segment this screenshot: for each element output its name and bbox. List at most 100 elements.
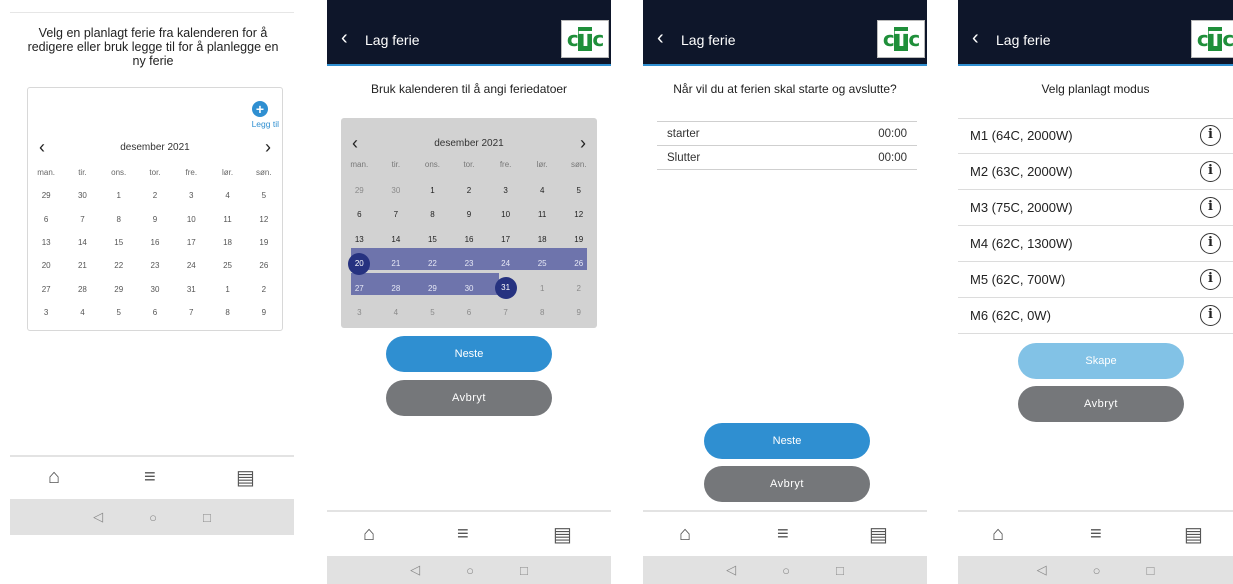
day-cell[interactable]: 7 xyxy=(378,210,415,219)
day-cell[interactable]: 22 xyxy=(414,259,451,268)
day-cell[interactable]: 9 xyxy=(451,210,488,219)
day-cell[interactable]: 9 xyxy=(137,215,173,224)
info-icon[interactable]: i xyxy=(1200,161,1221,182)
day-cell[interactable]: 3 xyxy=(173,191,209,200)
day-cell[interactable]: 28 xyxy=(378,284,415,293)
mode-row[interactable]: M1 (64C, 2000W) i xyxy=(958,118,1233,154)
day-cell[interactable]: 21 xyxy=(64,261,100,270)
day-cell[interactable]: 15 xyxy=(414,235,451,244)
day-cell[interactable]: 11 xyxy=(524,210,561,219)
add-vacation-label[interactable]: Legg til xyxy=(252,119,279,129)
day-cell[interactable]: 10 xyxy=(173,215,209,224)
day-cell[interactable]: 24 xyxy=(173,261,209,270)
day-cell[interactable]: 22 xyxy=(101,261,137,270)
menu-icon[interactable]: ≡ xyxy=(144,466,156,489)
day-cell[interactable]: 31 xyxy=(173,285,209,294)
day-cell[interactable]: 17 xyxy=(487,235,524,244)
day-cell[interactable]: 30 xyxy=(451,284,488,293)
android-recents-icon[interactable]: □ xyxy=(203,510,211,525)
info-icon[interactable]: i xyxy=(1200,125,1221,146)
day-cell[interactable]: 24 xyxy=(487,259,524,268)
day-cell[interactable]: 30 xyxy=(378,186,415,195)
day-cell[interactable]: 5 xyxy=(414,308,451,317)
day-cell[interactable]: 9 xyxy=(246,308,282,317)
day-cell[interactable]: 29 xyxy=(341,186,378,195)
day-cell[interactable]: 8 xyxy=(101,215,137,224)
day-cell[interactable]: 7 xyxy=(487,308,524,317)
day-cell[interactable]: 5 xyxy=(560,186,597,195)
cancel-button[interactable]: Avbryt xyxy=(386,380,552,416)
day-cell[interactable]: 2 xyxy=(560,284,597,293)
calendar-clock-icon[interactable]: ▤ xyxy=(553,522,572,547)
day-cell[interactable]: 1 xyxy=(101,191,137,200)
info-icon[interactable]: i xyxy=(1200,269,1221,290)
day-cell[interactable]: 13 xyxy=(341,235,378,244)
info-icon[interactable]: i xyxy=(1200,233,1221,254)
day-cell[interactable]: 4 xyxy=(209,191,245,200)
android-home-icon[interactable]: ○ xyxy=(149,510,157,525)
day-cell[interactable]: 27 xyxy=(341,284,378,293)
day-cell[interactable]: 29 xyxy=(28,191,64,200)
day-cell[interactable]: 8 xyxy=(209,308,245,317)
android-home-icon[interactable]: ○ xyxy=(466,563,474,578)
day-cell[interactable]: 2 xyxy=(137,191,173,200)
day-cell[interactable]: 5 xyxy=(246,191,282,200)
day-cell[interactable]: 20 xyxy=(28,261,64,270)
chevron-left-icon[interactable]: ‹ xyxy=(657,28,664,48)
info-icon[interactable]: i xyxy=(1200,197,1221,218)
next-button[interactable]: Neste xyxy=(704,423,870,459)
day-cell[interactable]: 25 xyxy=(524,259,561,268)
day-cell[interactable]: 14 xyxy=(64,238,100,247)
android-recents-icon[interactable]: □ xyxy=(1147,563,1155,578)
day-cell[interactable]: 18 xyxy=(209,238,245,247)
day-cell[interactable]: 30 xyxy=(137,285,173,294)
android-back-icon[interactable]: ◁ xyxy=(1037,562,1047,578)
day-cell[interactable]: 30 xyxy=(64,191,100,200)
cancel-button[interactable]: Avbryt xyxy=(1018,386,1184,422)
day-cell[interactable]: 23 xyxy=(451,259,488,268)
range-endpoint[interactable]: 31 xyxy=(494,277,517,300)
day-cell[interactable]: 8 xyxy=(524,308,561,317)
android-recents-icon[interactable]: □ xyxy=(520,563,528,578)
day-cell[interactable]: 25 xyxy=(209,261,245,270)
day-cell[interactable]: 16 xyxy=(137,238,173,247)
end-time-row[interactable]: Slutter 00:00 xyxy=(657,146,917,170)
home-icon[interactable]: ⌂ xyxy=(679,523,691,546)
android-back-icon[interactable]: ◁ xyxy=(410,562,420,578)
day-cell[interactable]: 1 xyxy=(414,186,451,195)
day-cell[interactable]: 29 xyxy=(101,285,137,294)
mode-row[interactable]: M4 (62C, 1300W) i xyxy=(958,226,1233,262)
end-value[interactable]: 00:00 xyxy=(878,152,907,164)
day-cell[interactable]: 11 xyxy=(209,215,245,224)
day-cell[interactable]: 3 xyxy=(487,186,524,195)
day-cell[interactable]: 4 xyxy=(378,308,415,317)
chevron-left-icon[interactable]: ‹ xyxy=(972,28,979,48)
day-cell[interactable]: 2 xyxy=(451,186,488,195)
calendar-clock-icon[interactable]: ▤ xyxy=(236,465,255,490)
next-button[interactable]: Neste xyxy=(386,336,552,372)
add-vacation-button[interactable]: + xyxy=(252,101,268,117)
day-cell[interactable]: 27 xyxy=(28,285,64,294)
home-icon[interactable]: ⌂ xyxy=(48,466,60,489)
next-month-icon[interactable]: › xyxy=(254,138,282,156)
day-cell[interactable]: 1 xyxy=(209,285,245,294)
day-cell[interactable]: 6 xyxy=(451,308,488,317)
mode-row[interactable]: M6 (62C, 0W) i xyxy=(958,298,1233,334)
android-recents-icon[interactable]: □ xyxy=(836,563,844,578)
day-cell[interactable]: 13 xyxy=(28,238,64,247)
day-cell[interactable]: 8 xyxy=(414,210,451,219)
mode-row[interactable]: M5 (62C, 700W) i xyxy=(958,262,1233,298)
menu-icon[interactable]: ≡ xyxy=(457,523,469,546)
menu-icon[interactable]: ≡ xyxy=(1090,523,1102,546)
day-cell[interactable]: 29 xyxy=(414,284,451,293)
day-cell[interactable]: 14 xyxy=(378,235,415,244)
create-button[interactable]: Skape xyxy=(1018,343,1184,379)
day-cell[interactable]: 6 xyxy=(137,308,173,317)
day-cell[interactable]: 2 xyxy=(246,285,282,294)
info-icon[interactable]: i xyxy=(1200,305,1221,326)
menu-icon[interactable]: ≡ xyxy=(777,523,789,546)
day-cell[interactable]: 4 xyxy=(64,308,100,317)
day-cell[interactable]: 16 xyxy=(451,235,488,244)
day-cell[interactable]: 3 xyxy=(28,308,64,317)
prev-month-icon[interactable]: ‹ xyxy=(28,138,56,156)
